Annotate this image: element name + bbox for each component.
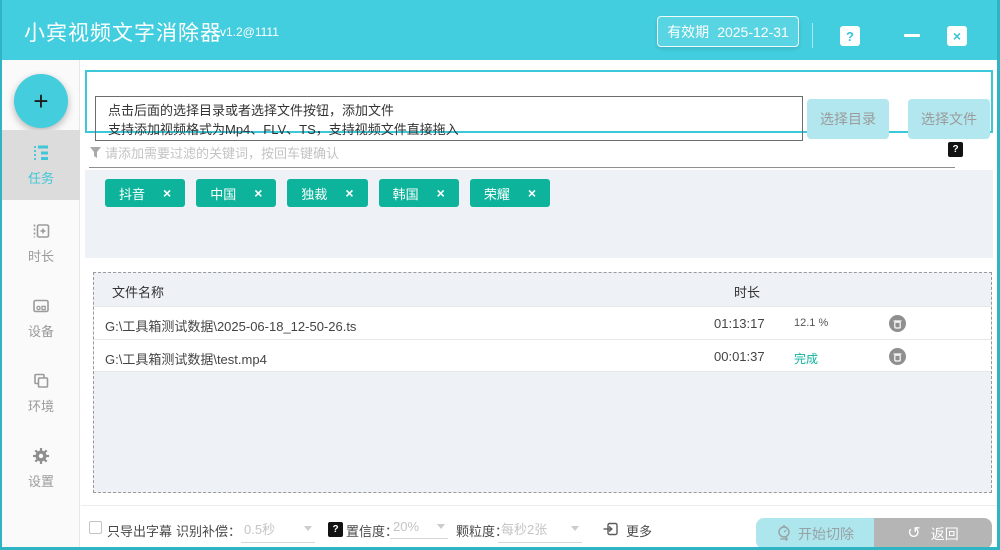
titlebar-divider [812,23,813,48]
keyword-tag[interactable]: 中国 × [196,179,277,207]
timer-icon [776,524,792,544]
minimize-icon[interactable] [904,34,920,37]
titlebar: 小宾视频文字消除器 v1.2@1111 有效期 2025-12-31 ? × [2,0,997,60]
file-duration: 01:13:17 [714,316,765,331]
tag-remove-icon[interactable]: × [528,185,536,201]
sidebar-item-label: 任务 [27,171,54,186]
add-files-hint-line2: 支持添加视频格式为Mp4、FLV、TS，支持视频文件直接拖入 [108,122,459,137]
file-table: 文件名称 时长 G:\工具箱测试数据\2025-06-18_12-50-26.t… [93,272,992,493]
select-directory-button[interactable]: 选择目录 [807,99,889,139]
device-icon [31,296,51,316]
tasks-icon [31,143,51,163]
add-files-panel: 点击后面的选择目录或者选择文件按钮，添加文件 支持添加视频格式为Mp4、FLV、… [85,70,993,141]
keyword-tag[interactable]: 韩国 × [378,179,459,207]
more-icon[interactable] [602,520,620,543]
app-version: v1.2@1111 [220,25,279,39]
chevron-down-icon [571,526,579,531]
tag-row: 抖音 × 中国 × 独裁 × 韩国 × 荣耀 × [105,179,551,207]
file-path: G:\工具箱测试数据\test.mp4 [105,352,267,367]
app-window: 小宾视频文字消除器 v1.2@1111 有效期 2025-12-31 ? × + [0,0,1000,550]
validity-button[interactable]: 有效期 2025-12-31 [657,16,799,47]
footer-toolbar: 只导出字幕 识别补偿： 0.5秒 ? 置信度： 20% 颗粒度： 每秒2张 更多… [81,505,997,547]
tag-remove-icon[interactable]: × [254,185,262,201]
tag-remove-icon[interactable]: × [345,185,353,201]
filter-funnel-icon [89,146,102,165]
close-button[interactable]: × [947,26,967,46]
trash-icon [893,319,902,329]
sidebar-item-label: 设备 [27,324,54,339]
environment-icon [31,371,51,391]
trash-icon [893,352,902,362]
tag-label: 中国 [210,186,237,202]
table-header: 文件名称 时长 [94,273,991,306]
keyword-tag[interactable]: 抖音 × [105,179,186,207]
sidebar: + 任务 时长 设备 环境 设置 [2,60,80,547]
keyword-input[interactable] [105,140,925,166]
add-files-button[interactable]: + [14,74,68,128]
sidebar-item-settings[interactable]: 设置 [2,433,80,503]
close-icon: × [952,28,962,44]
validity-label: 有效期 [667,23,710,40]
select-file-button[interactable]: 选择文件 [908,99,990,139]
tag-label: 荣耀 [483,186,510,202]
keyword-tag[interactable]: 荣耀 × [469,179,551,207]
confidence-help-icon[interactable]: ? [328,522,343,537]
compensation-value: 0.5秒 [244,522,276,537]
column-header-filename: 文件名称 [112,285,165,300]
chevron-down-icon [437,524,445,529]
file-status: 完成 [794,352,819,366]
add-files-hint: 点击后面的选择目录或者选择文件按钮，添加文件 支持添加视频格式为Mp4、FLV、… [95,96,803,141]
table-row[interactable]: G:\工具箱测试数据\test.mp4 00:01:37 完成 [94,339,991,372]
tag-label: 抖音 [119,186,146,202]
delete-file-button[interactable] [889,315,906,332]
tag-label: 独裁 [301,186,328,202]
compensation-label: 识别补偿： [176,524,242,539]
help-button[interactable]: ? [840,26,860,46]
back-label: 返回 [930,525,959,542]
granularity-value: 每秒2张 [501,522,548,537]
app-title: 小宾视频文字消除器 [24,22,222,45]
back-button[interactable]: ↺ 返回 [874,518,992,547]
gear-icon [31,446,51,466]
keyword-help-icon[interactable]: ? [948,142,963,157]
file-path: G:\工具箱测试数据\2025-06-18_12-50-26.ts [105,319,357,334]
delete-file-button[interactable] [889,348,906,365]
add-files-hint-line1: 点击后面的选择目录或者选择文件按钮，添加文件 [108,103,395,118]
export-subtitle-label: 只导出字幕 [107,524,173,539]
validity-date: 2025-12-31 [717,23,789,40]
main-content: 点击后面的选择目录或者选择文件按钮，添加文件 支持添加视频格式为Mp4、FLV、… [81,60,997,547]
start-cut-button[interactable]: 开始切除 [756,518,874,547]
table-row[interactable]: G:\工具箱测试数据\2025-06-18_12-50-26.ts 01:13:… [94,306,991,339]
sidebar-item-label: 设置 [27,474,54,489]
duration-icon [31,221,51,241]
sidebar-item-label: 环境 [27,399,54,414]
tag-remove-icon[interactable]: × [437,185,445,201]
sidebar-item-device[interactable]: 设备 [2,283,80,353]
file-status: 12.1 % [794,317,829,329]
keyword-tags-panel: 抖音 × 中国 × 独裁 × 韩国 × 荣耀 × [85,170,993,258]
keyword-tag[interactable]: 独裁 × [287,179,368,207]
more-label[interactable]: 更多 [626,521,652,540]
export-subtitle-checkbox[interactable] [89,521,102,534]
chevron-down-icon [304,526,312,531]
plus-icon: + [33,85,49,116]
sidebar-item-duration[interactable]: 时长 [2,208,80,278]
keyword-underline [89,167,955,168]
granularity-select[interactable]: 每秒2张 [498,519,582,543]
start-cut-label: 开始切除 [798,525,854,542]
sidebar-item-environment[interactable]: 环境 [2,358,80,428]
tag-remove-icon[interactable]: × [163,185,171,201]
confidence-value: 20% [393,519,420,534]
compensation-select[interactable]: 0.5秒 [241,519,315,543]
help-icon: ? [846,28,854,44]
column-header-duration: 时长 [734,285,761,300]
sidebar-item-label: 时长 [27,249,54,264]
tag-label: 韩国 [392,186,419,202]
confidence-select[interactable]: 20% [390,519,448,539]
sidebar-item-tasks[interactable]: 任务 [2,130,80,200]
file-duration: 00:01:37 [714,349,765,364]
undo-icon: ↺ [907,524,921,542]
